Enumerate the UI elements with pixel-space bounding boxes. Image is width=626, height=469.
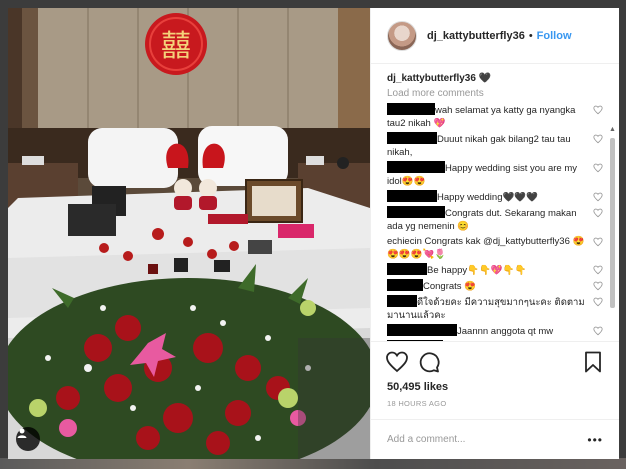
redacted-username — [387, 295, 417, 307]
comment-like-heart-icon[interactable] — [593, 326, 603, 336]
comment-item: Be happy👇👇💖👇👇 — [387, 263, 603, 277]
comment-item: Happy wedding🖤🖤🖤 — [387, 190, 603, 204]
comment-like-heart-icon[interactable] — [593, 281, 603, 291]
comment-text: Be happy👇👇💖👇👇 — [427, 265, 527, 276]
bookmark-icon[interactable] — [581, 350, 605, 374]
comment-item: Happy wedding sist you are my idol😍😍 — [387, 161, 603, 188]
comment-like-heart-icon[interactable] — [593, 297, 603, 307]
add-comment-bar: ••• — [371, 419, 619, 459]
caption-username[interactable]: dj_kattybutterfly36 — [387, 73, 476, 84]
scroll-up-arrow-icon[interactable]: ▲ — [609, 126, 616, 133]
comment-text: echiecin Congrats kak @dj_kattybutterfly… — [387, 236, 585, 260]
comment-like-heart-icon[interactable] — [593, 208, 603, 218]
comment-like-heart-icon[interactable] — [593, 105, 603, 115]
comment-item: Congratulation — [387, 340, 603, 341]
comment-item: Congrats dut. Sekarang makan ada yg neme… — [387, 206, 603, 233]
caption-text: 🖤 — [478, 73, 492, 84]
comments-list[interactable]: dj_kattybutterfly36 🖤 Load more comments… — [371, 64, 619, 341]
comment-like-heart-icon[interactable] — [593, 163, 603, 173]
comment-text: Congrats 😍 — [423, 281, 477, 292]
wedding-bed-illustration: 囍 — [8, 8, 370, 459]
comment-item: wah selamat ya katty ga nyangka tau2 nik… — [387, 103, 603, 130]
background-feed-strip — [0, 458, 626, 469]
action-bar — [371, 341, 619, 381]
comment-item: echiecin Congrats kak @dj_kattybutterfly… — [387, 235, 603, 261]
avatar[interactable] — [387, 20, 417, 51]
post-timestamp[interactable]: 18 HOURS AGO — [371, 397, 619, 419]
heart-icon[interactable] — [385, 350, 409, 374]
comment-text: Happy wedding🖤🖤🖤 — [437, 192, 538, 203]
redacted-username — [387, 161, 445, 173]
comment-like-heart-icon[interactable] — [593, 192, 603, 202]
comment-text: Jaannn anggota qt mw — [457, 326, 554, 337]
comment-item: Jaannn anggota qt mw — [387, 324, 603, 338]
redacted-username — [387, 190, 437, 202]
header-separator: • — [528, 29, 533, 42]
post-photo[interactable]: 囍 — [8, 8, 370, 459]
comment-like-heart-icon[interactable] — [593, 265, 603, 275]
comment-item: ดีใจด้วยคะ มีความสุขมากๆนะคะ ติดตามมานาน… — [387, 295, 603, 322]
follow-button[interactable]: Follow — [537, 30, 572, 42]
redacted-username — [387, 206, 445, 218]
comment-like-heart-icon[interactable] — [593, 237, 603, 247]
caption: dj_kattybutterfly36 🖤 — [387, 72, 603, 86]
redacted-username — [387, 324, 457, 336]
scrollbar[interactable]: ▲ ▼ — [609, 126, 616, 341]
redacted-username — [387, 279, 423, 291]
post-side-panel: dj_kattybutterfly36 • Follow dj_kattybut… — [370, 8, 619, 459]
add-comment-input[interactable] — [387, 434, 588, 445]
comment-like-heart-icon[interactable] — [593, 134, 603, 144]
comment-icon[interactable] — [417, 350, 441, 374]
redacted-username — [387, 103, 435, 115]
redacted-username — [387, 263, 427, 275]
redacted-username — [387, 132, 437, 144]
user-tag-icon[interactable] — [16, 427, 40, 451]
more-options-icon[interactable]: ••• — [587, 433, 603, 447]
comment-item: Duuut nikah gak bilang2 tau tau nikah, — [387, 132, 603, 159]
post-header: dj_kattybutterfly36 • Follow — [371, 8, 619, 64]
scrollbar-thumb[interactable] — [610, 138, 615, 308]
double-happiness-sign: 囍 — [161, 29, 191, 64]
likes-count[interactable]: 50,495 likes — [371, 381, 619, 397]
redacted-username — [387, 340, 443, 341]
header-username[interactable]: dj_kattybutterfly36 — [427, 30, 525, 42]
comment-item: Congrats 😍 — [387, 279, 603, 293]
comment-text: ดีใจด้วยคะ มีความสุขมากๆนะคะ ติดตามมานาน… — [387, 297, 585, 321]
load-more-comments-button[interactable]: Load more comments — [387, 88, 603, 99]
post-modal: 囍 dj_kattybutterfly36 • Follow dj_kattyb… — [8, 8, 619, 459]
